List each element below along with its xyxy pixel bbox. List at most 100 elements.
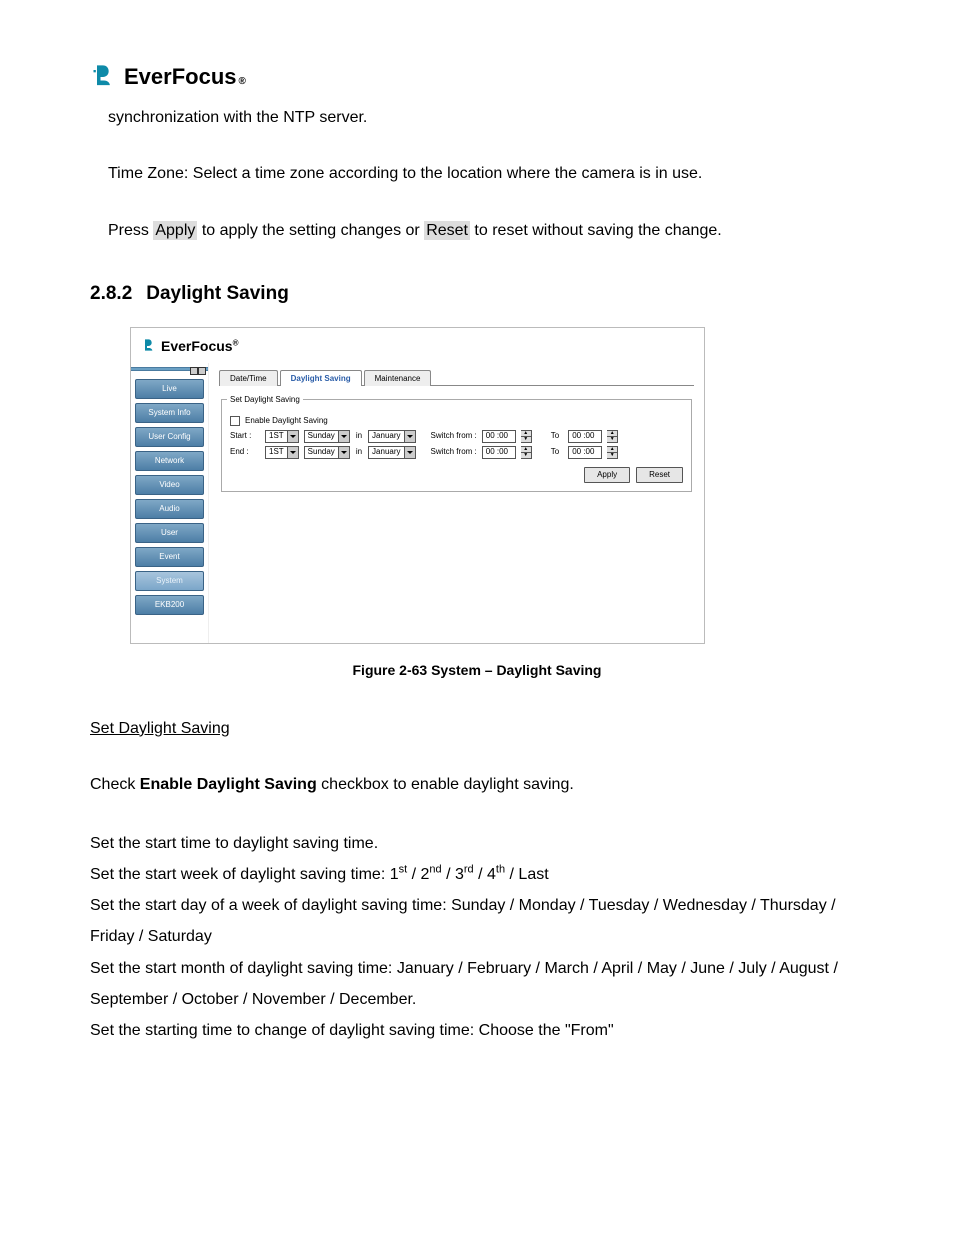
sidebar-item-audio[interactable]: Audio xyxy=(135,499,204,519)
end-day-select[interactable]: Sunday xyxy=(304,446,350,459)
apply-button[interactable]: Apply xyxy=(584,467,630,483)
start-to-spinner[interactable]: ▲▼ xyxy=(607,430,618,443)
daylight-saving-fieldset: Set Daylight Saving Enable Daylight Savi… xyxy=(221,394,692,492)
start-week-value: 1ST xyxy=(269,430,284,442)
screenshot-main: Date/Time Daylight Saving Maintenance Se… xyxy=(209,363,704,643)
body-block: Check Enable Daylight Saving checkbox to… xyxy=(90,769,864,1047)
body-p3e: / Last xyxy=(505,866,549,883)
intro-p3a: Press xyxy=(108,222,153,239)
start-to-time[interactable]: 00 :00 xyxy=(568,430,602,443)
body-p3s4: th xyxy=(496,864,505,876)
start-row: Start : 1ST Sunday in January Switch fro… xyxy=(230,430,683,443)
body-p6: Set the starting time to change of dayli… xyxy=(90,1015,864,1046)
screenshot-sidebar: Live System Info User Config Network Vid… xyxy=(131,363,209,643)
chevron-down-icon xyxy=(338,431,349,442)
end-in-label: in xyxy=(356,446,362,458)
tab-maintenance[interactable]: Maintenance xyxy=(364,370,432,386)
end-month-value: January xyxy=(372,446,400,458)
chevron-down-icon xyxy=(404,431,415,442)
intro-apply-highlight: Apply xyxy=(153,221,197,240)
start-label: Start : xyxy=(230,430,260,442)
body-p3d: / 4 xyxy=(474,866,496,883)
figure-caption: Figure 2-63 System – Daylight Saving xyxy=(90,660,864,681)
subheading: Set Daylight Saving xyxy=(90,717,864,741)
reset-button[interactable]: Reset xyxy=(636,467,683,483)
intro-reset-highlight: Reset xyxy=(424,221,470,240)
screenshot-tabs: Date/Time Daylight Saving Maintenance xyxy=(219,369,694,386)
end-week-value: 1ST xyxy=(269,446,284,458)
end-to-label: To xyxy=(551,446,559,458)
brand-reg: ® xyxy=(239,74,246,89)
end-from-spinner[interactable]: ▲▼ xyxy=(521,446,532,459)
end-switch-label: Switch from : xyxy=(431,446,477,458)
intro-p3: Press Apply to apply the setting changes… xyxy=(108,216,864,246)
sidebar-separator-icon xyxy=(131,367,208,371)
start-to-label: To xyxy=(551,430,559,442)
sidebar-item-live[interactable]: Live xyxy=(135,379,204,399)
start-week-select[interactable]: 1ST xyxy=(265,430,299,443)
screenshot-figure: EverFocus® Live System Info User Config … xyxy=(130,327,705,644)
end-label: End : xyxy=(230,446,260,458)
sidebar-item-user[interactable]: User xyxy=(135,523,204,543)
end-month-select[interactable]: January xyxy=(368,446,415,459)
end-to-time[interactable]: 00 :00 xyxy=(568,446,602,459)
start-day-value: Sunday xyxy=(308,430,335,442)
body-p5: Set the start month of daylight saving t… xyxy=(90,953,864,1015)
intro-p3c: to reset without saving the change. xyxy=(470,222,722,239)
body-gap xyxy=(90,800,864,828)
screenshot-header: EverFocus® xyxy=(131,328,704,363)
start-in-label: in xyxy=(356,430,362,442)
sidebar-item-ekb200[interactable]: EKB200 xyxy=(135,595,204,615)
chevron-down-icon xyxy=(338,447,349,458)
sidebar-item-system[interactable]: System xyxy=(135,571,204,591)
start-month-value: January xyxy=(372,430,400,442)
body-p1b: Enable Daylight Saving xyxy=(140,776,317,793)
screenshot-logo-icon xyxy=(141,338,157,354)
sidebar-item-video[interactable]: Video xyxy=(135,475,204,495)
brand-logo-icon xyxy=(90,63,118,91)
screenshot-brand: EverFocus® xyxy=(161,336,239,357)
start-from-spinner[interactable]: ▲▼ xyxy=(521,430,532,443)
body-p3s2: nd xyxy=(429,864,441,876)
body-p1: Check Enable Daylight Saving checkbox to… xyxy=(90,769,864,800)
sidebar-item-user-config[interactable]: User Config xyxy=(135,427,204,447)
end-from-time[interactable]: 00 :00 xyxy=(482,446,516,459)
body-p3a: Set the start week of daylight saving ti… xyxy=(90,866,399,883)
body-p3b: / 2 xyxy=(407,866,429,883)
enable-label: Enable Daylight Saving xyxy=(245,415,328,427)
end-to-spinner[interactable]: ▲▼ xyxy=(607,446,618,459)
body-p3c: / 3 xyxy=(442,866,464,883)
fieldset-legend: Set Daylight Saving xyxy=(227,394,303,406)
enable-checkbox[interactable] xyxy=(230,416,240,426)
section-title: Daylight Saving xyxy=(146,283,289,304)
intro-p2: Time Zone: Select a time zone according … xyxy=(108,159,864,189)
screenshot-brand-reg: ® xyxy=(233,338,239,347)
end-row: End : 1ST Sunday in January Switch from … xyxy=(230,446,683,459)
start-switch-label: Switch from : xyxy=(431,430,477,442)
sidebar-item-system-info[interactable]: System Info xyxy=(135,403,204,423)
end-week-select[interactable]: 1ST xyxy=(265,446,299,459)
start-from-time[interactable]: 00 :00 xyxy=(482,430,516,443)
button-row: Apply Reset xyxy=(230,467,683,483)
body-p2: Set the start time to daylight saving ti… xyxy=(90,828,864,859)
section-heading: 2.8.2Daylight Saving xyxy=(90,280,864,309)
screenshot-body: Live System Info User Config Network Vid… xyxy=(131,363,704,643)
body-p3: Set the start week of daylight saving ti… xyxy=(90,859,864,890)
body-p1a: Check xyxy=(90,776,140,793)
brand-name-text: EverFocus xyxy=(124,60,237,93)
start-day-select[interactable]: Sunday xyxy=(304,430,350,443)
sidebar-item-event[interactable]: Event xyxy=(135,547,204,567)
sidebar-item-network[interactable]: Network xyxy=(135,451,204,471)
body-p4: Set the start day of a week of daylight … xyxy=(90,890,864,952)
chevron-down-icon xyxy=(287,447,298,458)
chevron-down-icon xyxy=(404,447,415,458)
start-month-select[interactable]: January xyxy=(368,430,415,443)
chevron-down-icon xyxy=(287,431,298,442)
end-day-value: Sunday xyxy=(308,446,335,458)
body-p1c: checkbox to enable daylight saving. xyxy=(317,776,574,793)
brand-header: EverFocus ® xyxy=(90,60,864,93)
tab-daylight-saving[interactable]: Daylight Saving xyxy=(280,370,362,386)
body-p3s1: st xyxy=(399,864,408,876)
tab-date-time[interactable]: Date/Time xyxy=(219,370,278,386)
screenshot-brand-text: EverFocus xyxy=(161,338,233,354)
